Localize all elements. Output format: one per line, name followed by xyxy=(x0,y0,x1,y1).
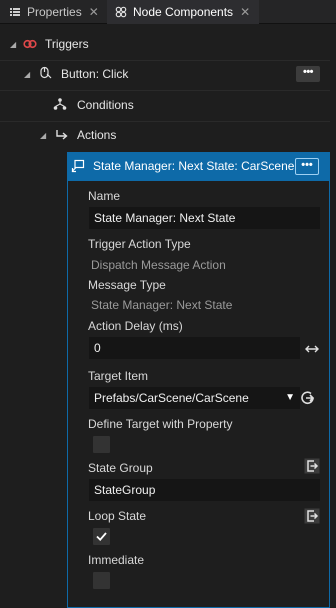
loop-state-label: Loop State xyxy=(88,509,147,523)
checkmark-icon xyxy=(96,532,107,542)
tree-item-conditions[interactable]: Conditions xyxy=(0,90,336,120)
mouse-click-icon xyxy=(40,66,52,79)
collapse-caret-icon[interactable]: ◢ xyxy=(40,131,46,140)
target-item-dropdown[interactable]: Prefabs/CarScene/CarScene ▼ xyxy=(89,387,300,409)
define-target-checkbox[interactable] xyxy=(93,436,110,453)
tree-item-triggers[interactable]: ◢ Triggers xyxy=(0,29,336,59)
state-group-field[interactable] xyxy=(89,479,320,501)
dispatch-message-icon xyxy=(71,159,85,173)
more-options-button[interactable]: ••• xyxy=(295,158,319,175)
tree-item-state-manager-next-state[interactable]: State Manager: Next State: CarScene ••• xyxy=(67,152,330,181)
action-properties: Name Trigger Action Type Dispatch Messag… xyxy=(67,181,330,608)
tree-item-actions[interactable]: ◢ Actions xyxy=(0,120,336,150)
list-icon xyxy=(10,8,20,16)
message-type-label: Message Type xyxy=(88,278,166,292)
trigger-icon xyxy=(23,39,37,49)
trigger-action-type-value: Dispatch Message Action xyxy=(91,258,226,272)
bind-property-icon[interactable] xyxy=(304,508,320,524)
tab-properties[interactable]: Properties ✕ xyxy=(0,0,107,24)
tab-properties-label: Properties xyxy=(27,5,82,19)
message-type-value: State Manager: Next State xyxy=(91,298,233,312)
close-icon[interactable]: ✕ xyxy=(240,5,250,19)
state-group-label: State Group xyxy=(88,461,153,475)
tree-item-conditions-label: Conditions xyxy=(77,98,134,112)
collapse-caret-icon[interactable]: ◢ xyxy=(10,40,16,49)
chevron-down-icon: ▼ xyxy=(285,392,295,403)
bind-property-icon[interactable] xyxy=(304,458,320,474)
tab-node-components-label: Node Components xyxy=(133,5,234,19)
collapse-caret-icon[interactable]: ◢ xyxy=(24,70,30,79)
define-target-label: Define Target with Property xyxy=(88,417,233,431)
name-field[interactable] xyxy=(89,207,320,229)
conditions-icon xyxy=(53,98,67,110)
trigger-action-type-label: Trigger Action Type xyxy=(88,237,191,251)
action-delay-label: Action Delay (ms) xyxy=(88,319,183,333)
selected-action-label: State Manager: Next State: CarScene xyxy=(93,159,295,173)
panel-tab-bar: Properties ✕ Node Components ✕ xyxy=(0,0,336,24)
tree-item-triggers-label: Triggers xyxy=(45,37,89,51)
tree-item-button-click[interactable]: ◢ Button: Click ••• xyxy=(0,59,336,89)
scrollbar[interactable] xyxy=(330,25,336,608)
node-components-icon xyxy=(115,6,127,18)
target-item-label: Target Item xyxy=(88,369,149,383)
loop-state-checkbox[interactable] xyxy=(93,528,110,545)
target-item-value: Prefabs/CarScene/CarScene xyxy=(94,391,249,405)
more-options-button[interactable]: ••• xyxy=(296,66,320,82)
name-label: Name xyxy=(88,189,121,203)
action-arrow-icon xyxy=(56,130,68,140)
immediate-label: Immediate xyxy=(88,553,145,567)
tab-node-components[interactable]: Node Components ✕ xyxy=(107,0,259,24)
close-icon[interactable]: ✕ xyxy=(89,5,99,19)
go-to-target-icon[interactable] xyxy=(300,390,316,406)
drag-value-icon[interactable] xyxy=(304,341,320,357)
immediate-checkbox[interactable] xyxy=(93,572,110,589)
action-delay-field[interactable] xyxy=(89,337,300,359)
tree-item-actions-label: Actions xyxy=(77,128,117,142)
tree-item-button-click-label: Button: Click xyxy=(61,67,129,81)
